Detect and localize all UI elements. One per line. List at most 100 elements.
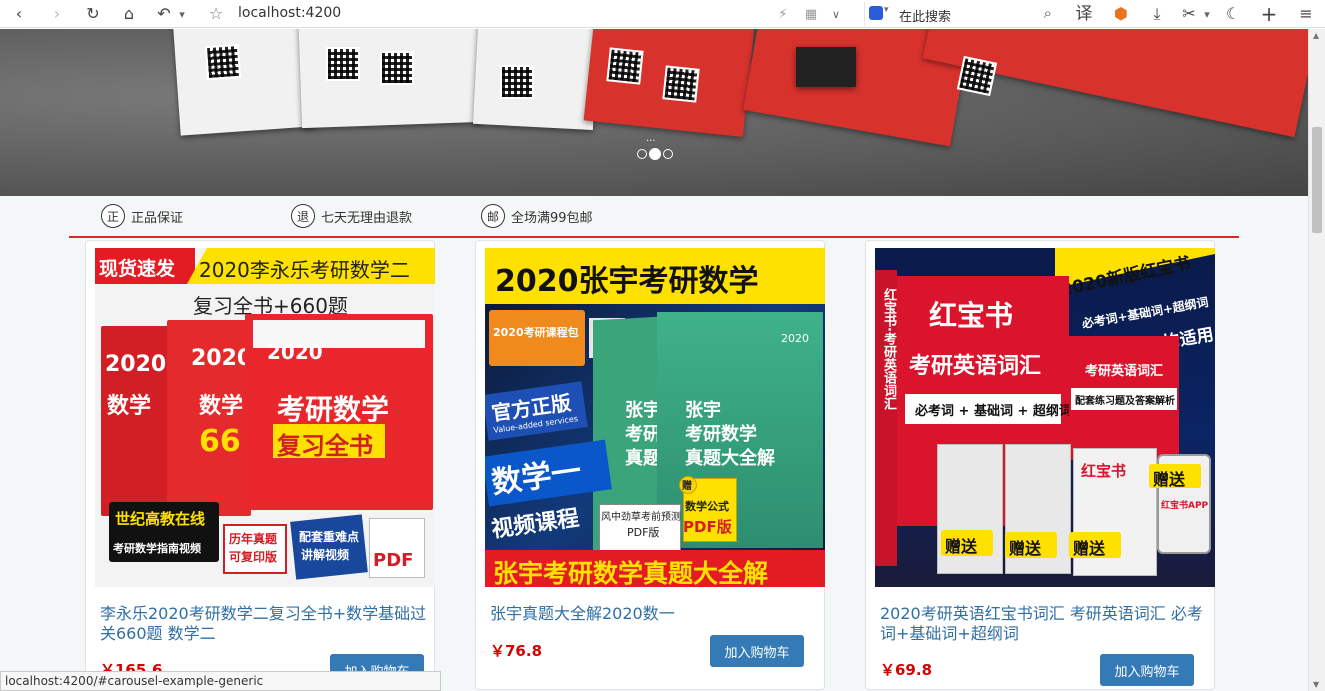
carousel-paper [171, 29, 317, 136]
star-icon[interactable]: ☆ [205, 3, 227, 25]
search-box[interactable]: ▾ 在此搜索 ⌕ [864, 2, 1058, 26]
carousel-indicators [637, 148, 673, 160]
guarantee-refund: 退 七天无理由退款 [291, 204, 412, 228]
scissors-dropdown-icon[interactable]: ▾ [1196, 3, 1218, 25]
cover-text: PDF版 [627, 526, 660, 539]
product-cover-image[interactable]: 现货速发 2020李永乐考研数学二 复习全书+660题 2020 数学 2020… [95, 248, 435, 587]
cover-text: 考研 [625, 424, 661, 445]
undo-dropdown-icon[interactable]: ▾ [171, 3, 193, 25]
cover-text: 数学 [199, 394, 244, 419]
product-card: 2020新版红宝书 必考词+基础词+超纲词 英语一二均适用 红宝书·考研英语词汇… [865, 240, 1215, 690]
cover-text: 必考词 + 基础词 + 超纲词 [915, 404, 1072, 419]
cover-text: 赠送 [1009, 539, 1042, 558]
cover-text: 张宇 [685, 400, 721, 421]
product-price: ￥76.8 [490, 642, 543, 660]
cover-text: 张宇 [625, 400, 661, 421]
scroll-up-arrow-icon[interactable]: ▲ [1313, 31, 1319, 40]
cover-text: 赠送 [1073, 539, 1106, 558]
guarantee-label: 正品保证 [131, 210, 184, 226]
cover-text: 2020李永乐考研数学二 [199, 258, 410, 282]
add-to-cart-button[interactable]: 加入购物车 [1100, 654, 1194, 686]
cover-text: 2020张宇考研数学 [495, 264, 759, 299]
cover-text: 2020 [105, 352, 167, 377]
cover-text: 数学公式 [685, 500, 729, 513]
qrcode-image [380, 51, 414, 85]
product-cover-image[interactable]: 2020张宇考研数学 2020考研课程包 张宇 考研 真题 2020 张宇 考研… [485, 248, 825, 587]
carousel-indicator-3[interactable] [663, 149, 673, 159]
scrollbar-thumb[interactable] [1312, 127, 1322, 233]
cover-text: 2020 [191, 346, 253, 371]
search-icon[interactable]: ⌕ [1044, 4, 1052, 22]
guarantee-label: 七天无理由退款 [321, 210, 413, 226]
cover-text: 风中劲草考前预测 [601, 512, 681, 523]
qrcode-icon[interactable]: ▦ [800, 3, 822, 25]
back-icon[interactable]: ‹ [8, 3, 30, 25]
guarantee-bar: 正 正品保证 退 七天无理由退款 邮 全场满99包邮 [69, 196, 1239, 238]
cover-text: 真题 [625, 448, 661, 469]
authentic-icon: 正 [101, 204, 125, 228]
address-dropdown-icon[interactable]: ∨ [825, 3, 847, 25]
product-cover-image[interactable]: 2020新版红宝书 必考词+基础词+超纲词 英语一二均适用 红宝书·考研英语词汇… [875, 248, 1215, 587]
cover-text: 张宇考研数学真题大全解 [493, 559, 769, 587]
search-input[interactable]: 在此搜索 [899, 6, 951, 25]
download-icon[interactable]: ⤓ [1146, 3, 1168, 25]
shipping-icon: 邮 [481, 204, 505, 228]
qrcode-image [606, 47, 644, 85]
forward-icon[interactable]: › [46, 3, 68, 25]
night-mode-icon[interactable]: ☾ [1222, 3, 1244, 25]
qrcode-image [956, 55, 998, 97]
cover-text: 配套练习题及答案解析 [1075, 396, 1175, 407]
cover-text: 红宝书 [929, 299, 1014, 332]
carousel-paper [472, 29, 600, 131]
cover-text: PDF [373, 550, 414, 571]
translate-icon[interactable]: 译 [1073, 3, 1095, 25]
carousel-indicator-1[interactable] [637, 149, 647, 159]
product-card: 2020张宇考研数学 2020考研课程包 张宇 考研 真题 2020 张宇 考研… [475, 240, 825, 690]
cover-text: 复习全书 [277, 432, 373, 460]
search-engine-icon[interactable] [869, 6, 883, 20]
product-title[interactable]: 李永乐2020考研数学二复习全书+数学基础过关660题 数学二 [100, 604, 430, 644]
home-icon[interactable]: ⌂ [118, 3, 140, 25]
cover-text: 讲解视频 [301, 548, 350, 562]
menu-icon[interactable]: ≡ [1295, 3, 1317, 25]
cover-text: 真题大全解 [685, 448, 775, 469]
cover-text: 赠送 [1153, 470, 1186, 489]
new-tab-icon[interactable]: + [1258, 3, 1280, 25]
guarantee-shipping: 邮 全场满99包邮 [481, 204, 593, 228]
gamepad-icon[interactable]: ⬢ [1110, 3, 1132, 25]
carousel-caption: ... [646, 133, 656, 144]
add-to-cart-button[interactable]: 加入购物车 [710, 635, 804, 667]
search-engine-dropdown-icon[interactable]: ▾ [884, 5, 889, 15]
cover-text: 考研英语词汇 [909, 354, 1042, 379]
product-title[interactable]: 张宇真题大全解2020数一 [490, 604, 820, 624]
cover-text: 数学 [107, 394, 152, 419]
refresh-icon[interactable]: ↻ [82, 3, 104, 25]
cover-text: 红宝书 [1081, 462, 1127, 480]
qrcode-image [326, 47, 360, 81]
product-title[interactable]: 2020考研英语红宝书词汇 考研英语词汇 必考词+基础词+超纲词 [880, 604, 1210, 644]
qrcode-image [500, 65, 534, 99]
cover-text: 配套重难点 [299, 530, 360, 544]
carousel[interactable]: ... [0, 29, 1308, 196]
guarantee-authentic: 正 正品保证 [101, 204, 183, 228]
product-price: ￥69.8 [880, 661, 933, 679]
cover-text: 赠送 [945, 537, 978, 556]
cover-text: 红宝书·考研英语词汇 [881, 288, 896, 410]
cover-text: 可复印版 [229, 550, 278, 564]
cover-text: 考研数学 [685, 424, 757, 445]
guarantee-label: 全场满99包邮 [511, 210, 593, 226]
qrcode-image [662, 65, 700, 103]
refund-icon: 退 [291, 204, 315, 228]
cover-text: 现货速发 [99, 258, 176, 280]
vertical-scrollbar[interactable]: ▲ ▼ [1308, 29, 1325, 691]
cover-text: 考研数学 [277, 393, 390, 426]
page: ... 正 正品保证 退 七天无理由退款 邮 全场满99包邮 现货速发 2020… [0, 29, 1308, 691]
cover-text: 2020 [781, 332, 809, 345]
scroll-down-arrow-icon[interactable]: ▼ [1313, 680, 1319, 689]
qrcode-image [204, 43, 242, 81]
cover-text: 历年真题 [229, 532, 278, 546]
product-card: 现货速发 2020李永乐考研数学二 复习全书+660题 2020 数学 2020… [85, 240, 435, 690]
address-bar[interactable]: localhost:4200 [238, 5, 341, 21]
lightning-icon[interactable]: ⚡ [772, 3, 794, 25]
carousel-indicator-2[interactable] [649, 148, 661, 160]
